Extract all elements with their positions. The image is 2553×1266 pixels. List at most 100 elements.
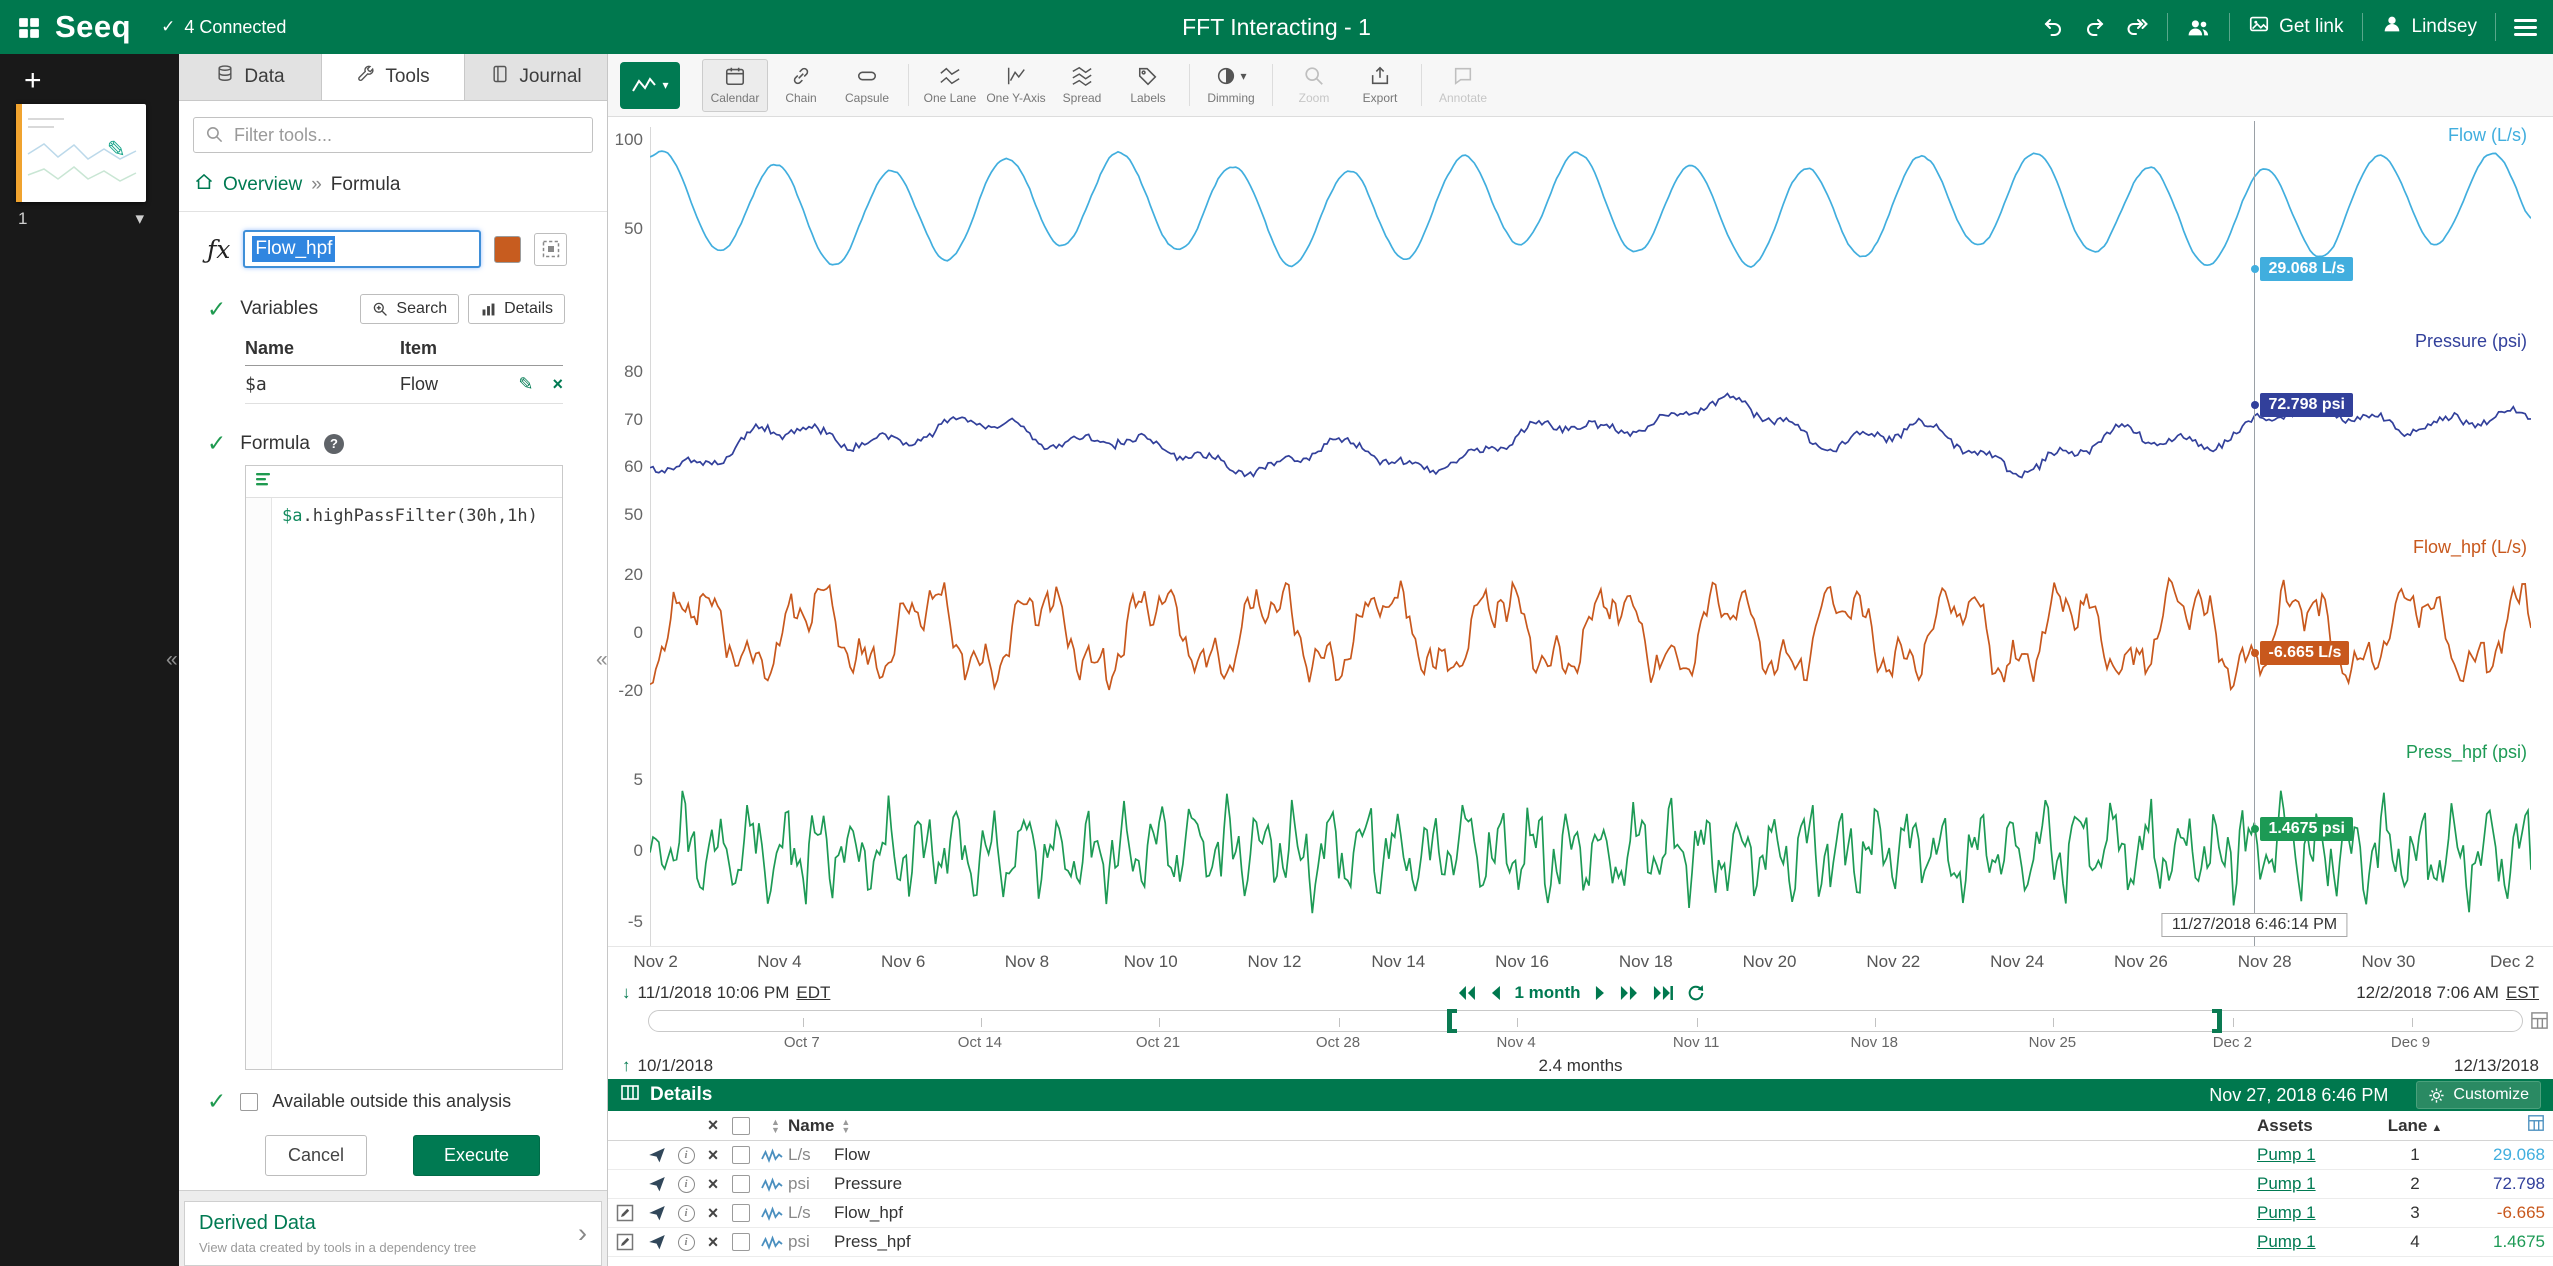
asset-link[interactable]: Pump 1 — [2257, 1203, 2316, 1222]
investigate-range-start[interactable]: 10/1/2018 — [638, 1056, 714, 1076]
step-to-end-icon[interactable] — [1652, 985, 1674, 1001]
display-range-start[interactable]: 11/1/2018 10:06 PM — [638, 983, 790, 1003]
edit-item-icon[interactable] — [608, 1204, 642, 1222]
remove-icon[interactable]: × — [700, 1203, 726, 1224]
view-mode-dropdown[interactable]: ▾ — [620, 62, 680, 109]
chart-lane-flow[interactable]: 10050 Flow (L/s) 29.068 L/s — [608, 123, 2553, 329]
table-options-icon[interactable] — [2527, 1114, 2545, 1137]
tab-data[interactable]: Data — [179, 54, 322, 100]
derived-data-card[interactable]: Derived Data View data created by tools … — [184, 1201, 602, 1266]
remove-icon[interactable]: × — [700, 1232, 726, 1253]
color-swatch-button[interactable] — [494, 236, 521, 263]
detail-row-pressure[interactable]: i × psi Pressure Pump 1 2 72.798 — [608, 1170, 2553, 1199]
send-icon[interactable] — [642, 1175, 672, 1193]
add-worksheet-button[interactable]: + — [24, 66, 179, 96]
item-select-icon[interactable] — [534, 233, 567, 266]
row-checkbox[interactable] — [732, 1233, 750, 1251]
worksheet-thumbnail[interactable]: ✎ — [16, 104, 146, 202]
toolbar-export-button[interactable]: Export — [1347, 65, 1413, 105]
scrubber-start-handle[interactable] — [1447, 1009, 1452, 1033]
end-timezone-link[interactable]: EST — [2506, 983, 2539, 1003]
refresh-icon[interactable] — [1687, 984, 1705, 1002]
toolbar-capsule-button[interactable]: Capsule — [834, 65, 900, 105]
formula-code[interactable]: $a.highPassFilter(30h,1h) — [272, 498, 548, 1069]
assets-column-label[interactable]: Assets — [2257, 1116, 2313, 1135]
formula-doc-icon[interactable] — [254, 470, 272, 493]
user-menu[interactable]: Lindsey — [2381, 13, 2478, 41]
get-link-button[interactable]: Get link — [2248, 13, 2343, 41]
toolbar-spread-button[interactable]: Spread — [1049, 65, 1115, 105]
home-icon[interactable] — [194, 172, 214, 198]
scrubber-options-icon[interactable] — [2530, 1011, 2549, 1035]
row-checkbox[interactable] — [732, 1175, 750, 1193]
toolbar-one-y-axis-button[interactable]: One Y-Axis — [983, 65, 1049, 105]
lane-column-label[interactable]: Lane — [2388, 1116, 2428, 1135]
info-icon[interactable]: i — [672, 1176, 700, 1193]
app-grid-icon[interactable] — [16, 15, 41, 40]
formula-name-input[interactable]: Flow_hpf — [243, 230, 481, 268]
start-timezone-link[interactable]: EDT — [796, 983, 830, 1003]
range-start-arrow-icon[interactable]: ↓ — [622, 983, 631, 1003]
edit-item-icon[interactable] — [608, 1233, 642, 1251]
display-range-end[interactable]: 12/2/2018 7:06 AM — [2356, 983, 2499, 1003]
formula-editor[interactable]: $a.highPassFilter(30h,1h) — [245, 465, 563, 1070]
scrubber-end-handle[interactable] — [2217, 1009, 2222, 1033]
name-column-label[interactable]: Name — [788, 1116, 834, 1136]
detail-row-flow-hpf[interactable]: i × L/s Flow_hpf Pump 1 3 -6.665 — [608, 1199, 2553, 1228]
connection-status[interactable]: ✓ 4 Connected — [161, 17, 286, 38]
worksheet-caret-icon[interactable]: ▾ — [135, 209, 144, 229]
redo-icon[interactable] — [2083, 15, 2107, 39]
info-icon[interactable]: i — [672, 1234, 700, 1251]
toolbar-chain-button[interactable]: Chain — [768, 65, 834, 105]
investigate-range-end[interactable]: 12/13/2018 — [2454, 1056, 2539, 1076]
filter-tools-input[interactable] — [193, 117, 593, 153]
collapse-panel-icon[interactable]: « — [596, 648, 608, 672]
send-icon[interactable] — [642, 1233, 672, 1251]
collaborators-icon[interactable] — [2186, 15, 2211, 40]
hamburger-menu-icon[interactable] — [2514, 15, 2537, 40]
info-icon[interactable]: i — [672, 1147, 700, 1164]
asset-link[interactable]: Pump 1 — [2257, 1232, 2316, 1251]
scrubber-track[interactable] — [648, 1010, 2523, 1032]
step-back-icon[interactable] — [1489, 985, 1501, 1001]
signal-name[interactable]: Flow — [834, 1145, 2257, 1165]
detail-row-press-hpf[interactable]: i × psi Press_hpf Pump 1 4 1.4675 — [608, 1228, 2553, 1257]
signal-name[interactable]: Flow_hpf — [834, 1203, 2257, 1223]
chart-lane-flow-hpf[interactable]: 200-20 Flow_hpf (L/s) -6.665 L/s — [608, 535, 2553, 741]
send-icon[interactable] — [642, 1146, 672, 1164]
select-all-checkbox[interactable] — [732, 1117, 750, 1135]
collapse-rail-icon[interactable]: « — [166, 648, 178, 672]
toolbar-calendar-button[interactable]: Calendar — [702, 59, 768, 112]
timeline-scrubber[interactable] — [648, 1009, 2523, 1033]
breadcrumb-overview[interactable]: Overview — [223, 174, 302, 196]
chart-lane-pressure[interactable]: 80706050 Pressure (psi) 72.798 psi — [608, 329, 2553, 535]
send-icon[interactable] — [642, 1204, 672, 1222]
range-start-arrow-icon[interactable]: ↑ — [622, 1056, 631, 1076]
asset-link[interactable]: Pump 1 — [2257, 1145, 2316, 1164]
signal-name[interactable]: Pressure — [834, 1174, 2257, 1194]
remove-icon[interactable]: × — [700, 1174, 726, 1195]
undo-icon[interactable] — [2041, 15, 2065, 39]
detail-row-flow[interactable]: i × L/s Flow Pump 1 1 29.068 — [608, 1141, 2553, 1170]
edit-variable-icon[interactable]: ✎ — [518, 374, 533, 394]
row-checkbox[interactable] — [732, 1146, 750, 1164]
step-forward-much-icon[interactable] — [1619, 985, 1639, 1001]
step-forward-icon[interactable] — [1594, 985, 1606, 1001]
asset-link[interactable]: Pump 1 — [2257, 1174, 2316, 1193]
duration-label[interactable]: 1 month — [1514, 983, 1580, 1003]
remove-icon[interactable]: × — [700, 1145, 726, 1166]
sort-icon[interactable]: ▲▼ — [771, 1118, 780, 1134]
remove-variable-icon[interactable]: × — [552, 374, 563, 394]
tab-tools[interactable]: Tools — [322, 54, 465, 100]
variable-details-button[interactable]: Details — [468, 294, 565, 324]
trend-chart[interactable]: 10050 Flow (L/s) 29.068 L/s 80706050 Pre… — [608, 117, 2553, 947]
execute-button[interactable]: Execute — [413, 1135, 540, 1176]
remove-all-icon[interactable]: × — [700, 1115, 726, 1136]
signal-name[interactable]: Press_hpf — [834, 1232, 2257, 1252]
toolbar-annotate-button[interactable]: Annotate — [1430, 65, 1496, 105]
help-icon[interactable]: ? — [324, 434, 344, 454]
row-checkbox[interactable] — [732, 1204, 750, 1222]
step-back-much-icon[interactable] — [1456, 985, 1476, 1001]
info-icon[interactable]: i — [672, 1205, 700, 1222]
tab-journal[interactable]: Journal — [465, 54, 607, 100]
